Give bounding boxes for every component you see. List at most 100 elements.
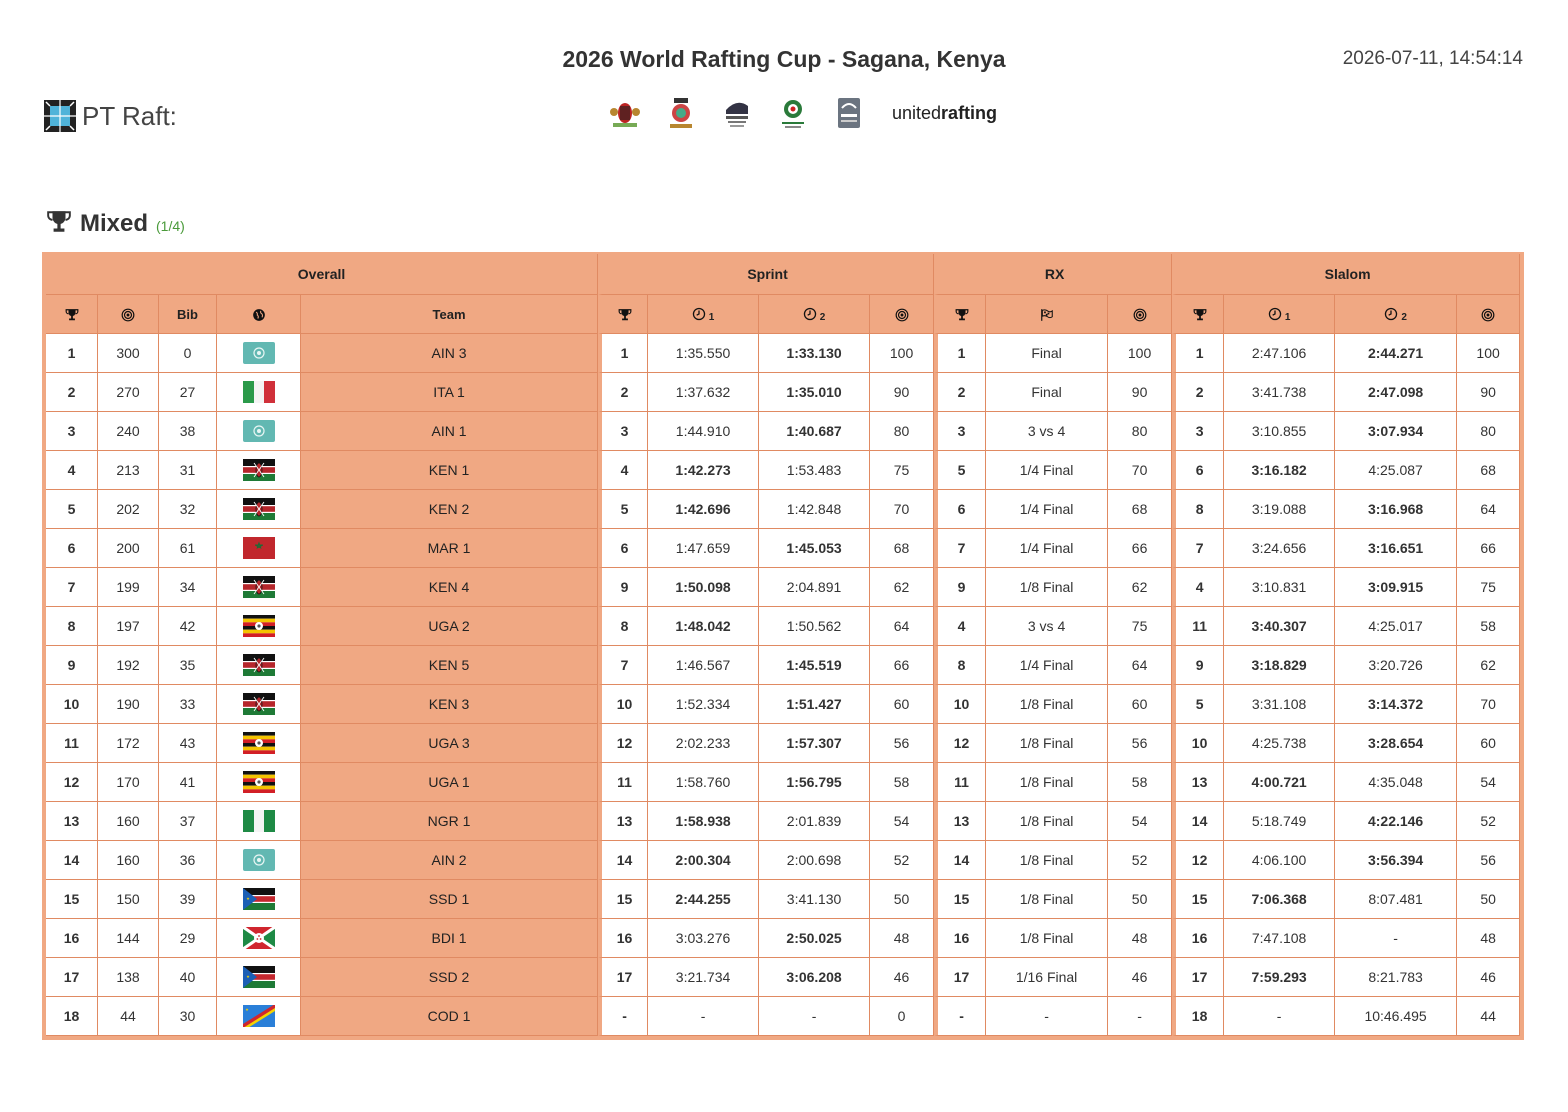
slalom-points-cell: 62 <box>1457 646 1521 685</box>
col-bib: Bib <box>159 295 217 334</box>
table-row[interactable]: 18 44 30 COD 1- - -0- - -18-10:46.495 44 <box>46 997 1521 1036</box>
nation-flag-cell <box>217 646 301 685</box>
timestamp: 2026-07-11, 14:54:14 <box>1342 48 1523 69</box>
sprint-run1-cell: 1:46.567 <box>648 646 760 685</box>
rx-rank-cell: 5 <box>934 451 987 490</box>
rx-rank-cell: 9 <box>934 568 987 607</box>
table-row[interactable]: 7 199 34 KEN 4 9 1:50.098 2:04.891 62 9 1/8 Final… <box>46 568 1521 607</box>
rx-points-cell: 70 <box>1108 451 1173 490</box>
sprint-points-cell: 56 <box>870 724 935 763</box>
column-header-row: Bib Team 1 2 1 2 <box>46 295 1521 334</box>
slalom-run1-cell: 7:47.108 <box>1224 919 1336 958</box>
sprint-rank-cell: 10 <box>598 685 649 724</box>
slalom-run1-cell: 5:18.749 <box>1224 802 1336 841</box>
slalom-rank-cell: 15 <box>1172 880 1225 919</box>
nation-flag-cell <box>217 880 301 919</box>
rx-stage-cell: 1/8 Final <box>986 724 1109 763</box>
slalom-rank-cell: 18 <box>1172 997 1225 1036</box>
table-row[interactable]: 11 172 43 UGA 3 12 2:02.233 1:57.307 56 12 1/8 Fi… <box>46 724 1521 763</box>
table-row[interactable]: 9 192 35 KEN 5 7 1:46.567 1:45.519 66 8 1/4 Final… <box>46 646 1521 685</box>
table-row[interactable]: 10 190 33 KEN 3 10 1:52.334 1:51.427 60 10 1/8 Fi… <box>46 685 1521 724</box>
table-row[interactable]: 12 170 41 UGA 1 11 1:58.760 1:56.795 58 11 1/8 Fi… <box>46 763 1521 802</box>
rx-stage-cell: 1/8 Final <box>986 568 1109 607</box>
rx-points-cell: 50 <box>1108 880 1173 919</box>
table-row[interactable]: 2 270 27 ITA 1 2 1:37.632 1:35.010 90 2 Final 90 2 3… <box>46 373 1521 412</box>
overall-rank-cell: 7 <box>46 568 98 607</box>
nigeria-flag-icon <box>242 810 275 832</box>
slalom-run1-cell: 7:06.368 <box>1224 880 1336 919</box>
table-row[interactable]: 14 160 36 AIN 2 14 2:00.304 2:00.698 52 14 1/8 Fi… <box>46 841 1521 880</box>
slalom-rank-cell: 7 <box>1172 529 1225 568</box>
slalom-run1-cell: 4:00.721 <box>1224 763 1336 802</box>
sprint-run1-cell: 1:42.273 <box>648 451 760 490</box>
bib-cell: 30 <box>159 997 217 1036</box>
sprint-run1-cell: 2:02.233 <box>648 724 760 763</box>
table-row[interactable]: 3 240 38 AIN 1 3 1:44.910 1:40.687 80 3 3 vs 4 80 3… <box>46 412 1521 451</box>
sprint-points-cell: 48 <box>870 919 935 958</box>
slalom-rank-cell: 3 <box>1172 412 1225 451</box>
team-name-cell: UGA 3 <box>301 724 599 763</box>
col-nation <box>217 295 301 334</box>
table-row[interactable]: 4 213 31 KEN 1 4 1:42.273 1:53.483 75 5 1/4 Final… <box>46 451 1521 490</box>
nation-flag-cell <box>217 451 301 490</box>
table-row[interactable]: 15 150 39 SSD 1 15 2:44.255 3:41.130 50 15 1/8 Fi… <box>46 880 1521 919</box>
col-sprint-rank <box>598 295 649 334</box>
rx-stage-cell: 1/8 Final <box>986 763 1109 802</box>
table-row[interactable]: 5 202 32 KEN 2 5 1:42.696 1:42.848 70 6 1/4 Final… <box>46 490 1521 529</box>
kenya-flag-icon <box>242 459 275 481</box>
rx-rank-cell: 16 <box>934 919 987 958</box>
sprint-run2-cell: 1:53.483 <box>759 451 871 490</box>
overall-rank-cell: 2 <box>46 373 98 412</box>
team-name-cell: AIN 3 <box>301 334 599 373</box>
slalom-points-cell: 90 <box>1457 373 1521 412</box>
sprint-rank-cell: 17 <box>598 958 649 997</box>
sprint-run2-cell: 1:35.010 <box>759 373 871 412</box>
slalom-run2-cell: 8:07.481 <box>1335 880 1458 919</box>
overall-points-cell: 300 <box>98 334 159 373</box>
rx-rank-cell: 1 <box>934 334 987 373</box>
rx-stage-cell: 3 vs 4 <box>986 412 1109 451</box>
table-row[interactable]: 8 197 42 UGA 2 8 1:48.042 1:50.562 64 4 3 vs 4 75 1… <box>46 607 1521 646</box>
team-name-cell: KEN 4 <box>301 568 599 607</box>
table-row[interactable]: 6 200 61 MAR 1 6 1:47.659 1:45.053 68 7 1/4 Final… <box>46 529 1521 568</box>
slalom-run2-cell: 3:07.934 <box>1335 412 1458 451</box>
sprint-run1-cell: 1:52.334 <box>648 685 760 724</box>
overall-points-cell: 170 <box>98 763 159 802</box>
team-name-cell: AIN 2 <box>301 841 599 880</box>
trophy-icon <box>47 211 71 232</box>
sprint-run1-cell: 1:50.098 <box>648 568 760 607</box>
nation-flag-cell <box>217 724 301 763</box>
sprint-points-cell: 80 <box>870 412 935 451</box>
results-table: Overall Sprint RX Slalom Bib Team 1 2 1 … <box>42 252 1525 1040</box>
table-row[interactable]: 17 138 40 SSD 2 17 3:21.734 3:06.208 46 17 1/16 F… <box>46 958 1521 997</box>
sprint-rank-cell: 9 <box>598 568 649 607</box>
col-slalom-points <box>1457 295 1521 334</box>
sprint-run2-cell: 1:45.053 <box>759 529 871 568</box>
team-name-cell: BDI 1 <box>301 919 599 958</box>
overall-rank-cell: 18 <box>46 997 98 1036</box>
sprint-points-cell: 50 <box>870 880 935 919</box>
rx-rank-cell: 8 <box>934 646 987 685</box>
table-row[interactable]: 16 144 29 BDI 1 16 3:03.276 2:50.025 48 16 1/8 Fi… <box>46 919 1521 958</box>
bib-cell: 27 <box>159 373 217 412</box>
rx-points-cell: 46 <box>1108 958 1173 997</box>
rx-rank-cell: 2 <box>934 373 987 412</box>
sprint-run1-cell: 3:21.734 <box>648 958 760 997</box>
overall-rank-cell: 8 <box>46 607 98 646</box>
col-sprint-run2: 2 <box>759 295 871 334</box>
slalom-run2-cell: 3:09.915 <box>1335 568 1458 607</box>
category-heading: Mixed (1/4) <box>46 205 185 238</box>
overall-rank-cell: 1 <box>46 334 98 373</box>
col-rx-points <box>1108 295 1173 334</box>
table-row[interactable]: 1 300 0 AIN 3 1 1:35.550 1:33.130 100 1 Final 100 1… <box>46 334 1521 373</box>
team-name-cell: COD 1 <box>301 997 599 1036</box>
ain-flag-icon <box>242 342 275 364</box>
slalom-run2-cell: 3:16.968 <box>1335 490 1458 529</box>
table-row[interactable]: 13 160 37 NGR 1 13 1:58.938 2:01.839 54 13 1/8 Fi… <box>46 802 1521 841</box>
team-name-cell: AIN 1 <box>301 412 599 451</box>
nation-flag-cell <box>217 373 301 412</box>
rx-points-cell: 90 <box>1108 373 1173 412</box>
slalom-points-cell: 54 <box>1457 763 1521 802</box>
nation-flag-cell <box>217 685 301 724</box>
rx-rank-cell: 17 <box>934 958 987 997</box>
